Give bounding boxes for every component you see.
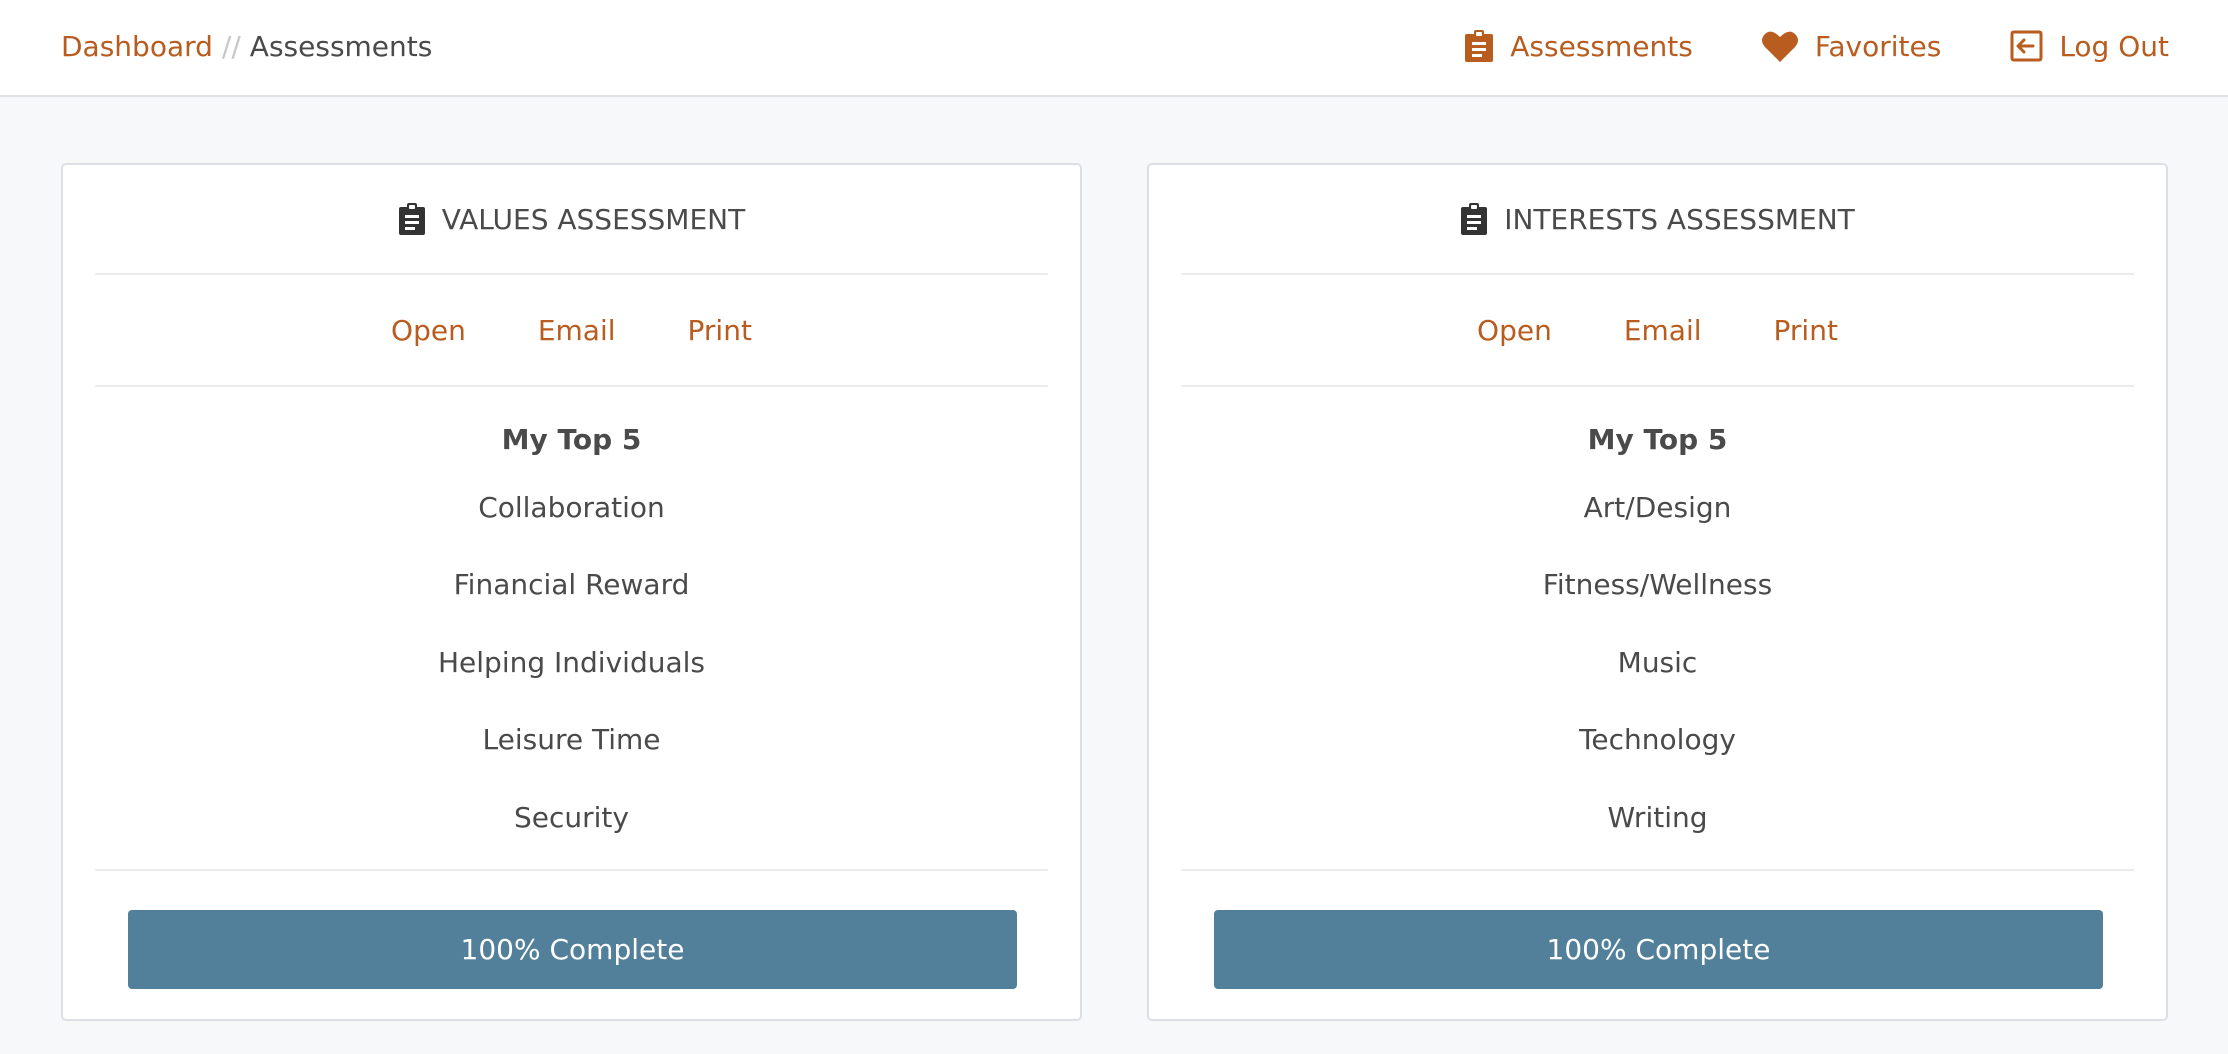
top5-heading: My Top 5 (1587, 423, 1728, 456)
top-nav: Assessments Favorites Log Out (1464, 24, 2169, 68)
top5-item: Security (514, 801, 629, 834)
print-link[interactable]: Print (688, 314, 752, 347)
breadcrumb-separator: // (221, 29, 241, 63)
card-title: INTERESTS ASSESSMENT (1504, 202, 1855, 236)
nav-favorites-label: Favorites (1814, 29, 1942, 63)
card-actions: Open Email Print (1181, 275, 2134, 387)
nav-logout-label: Log Out (2059, 29, 2169, 63)
top5-item: Art/Design (1583, 491, 1732, 524)
card-header: INTERESTS ASSESSMENT (1181, 165, 2134, 275)
top5-section: My Top 5 Collaboration Financial Reward … (95, 387, 1048, 871)
top5-section: My Top 5 Art/Design Fitness/Wellness Mus… (1181, 387, 2134, 871)
top5-item: Music (1617, 646, 1698, 679)
top5-item: Writing (1607, 801, 1708, 834)
top5-item: Technology (1579, 723, 1736, 756)
values-assessment-card: VALUES ASSESSMENT Open Email Print My To… (61, 163, 1082, 1021)
progress-complete-button[interactable]: 100% Complete (128, 910, 1017, 989)
nav-assessments-label: Assessments (1510, 29, 1693, 63)
top5-item: Fitness/Wellness (1542, 568, 1773, 601)
top5-item: Leisure Time (482, 723, 661, 756)
top5-item: Collaboration (478, 491, 665, 524)
card-title: VALUES ASSESSMENT (441, 202, 746, 236)
top5-item: Financial Reward (453, 568, 690, 601)
card-actions: Open Email Print (95, 275, 1048, 387)
breadcrumb-dashboard-link[interactable]: Dashboard (61, 30, 213, 63)
nav-logout[interactable]: Log Out (2009, 29, 2169, 63)
log-out-icon (2009, 29, 2059, 63)
print-link[interactable]: Print (1774, 314, 1838, 347)
open-link[interactable]: Open (1477, 314, 1552, 347)
breadcrumb-current: Assessments (249, 29, 433, 63)
open-link[interactable]: Open (391, 314, 466, 347)
heart-icon (1761, 29, 1815, 63)
card-header: VALUES ASSESSMENT (95, 165, 1048, 275)
top5-item: Helping Individuals (438, 646, 705, 679)
clipboard-icon (398, 202, 442, 236)
top-navbar: Dashboard // Assessments Assessments Fav… (0, 0, 2228, 97)
nav-favorites[interactable]: Favorites (1761, 29, 1941, 63)
nav-assessments[interactable]: Assessments (1464, 29, 1693, 63)
progress-complete-button[interactable]: 100% Complete (1214, 910, 2103, 989)
email-link[interactable]: Email (538, 314, 616, 347)
interests-assessment-card: INTERESTS ASSESSMENT Open Email Print My… (1147, 163, 2168, 1021)
email-link[interactable]: Email (1624, 314, 1702, 347)
clipboard-icon (1464, 29, 1510, 63)
top5-heading: My Top 5 (501, 423, 642, 456)
breadcrumb: Dashboard // Assessments (61, 26, 432, 66)
clipboard-icon (1460, 202, 1504, 236)
